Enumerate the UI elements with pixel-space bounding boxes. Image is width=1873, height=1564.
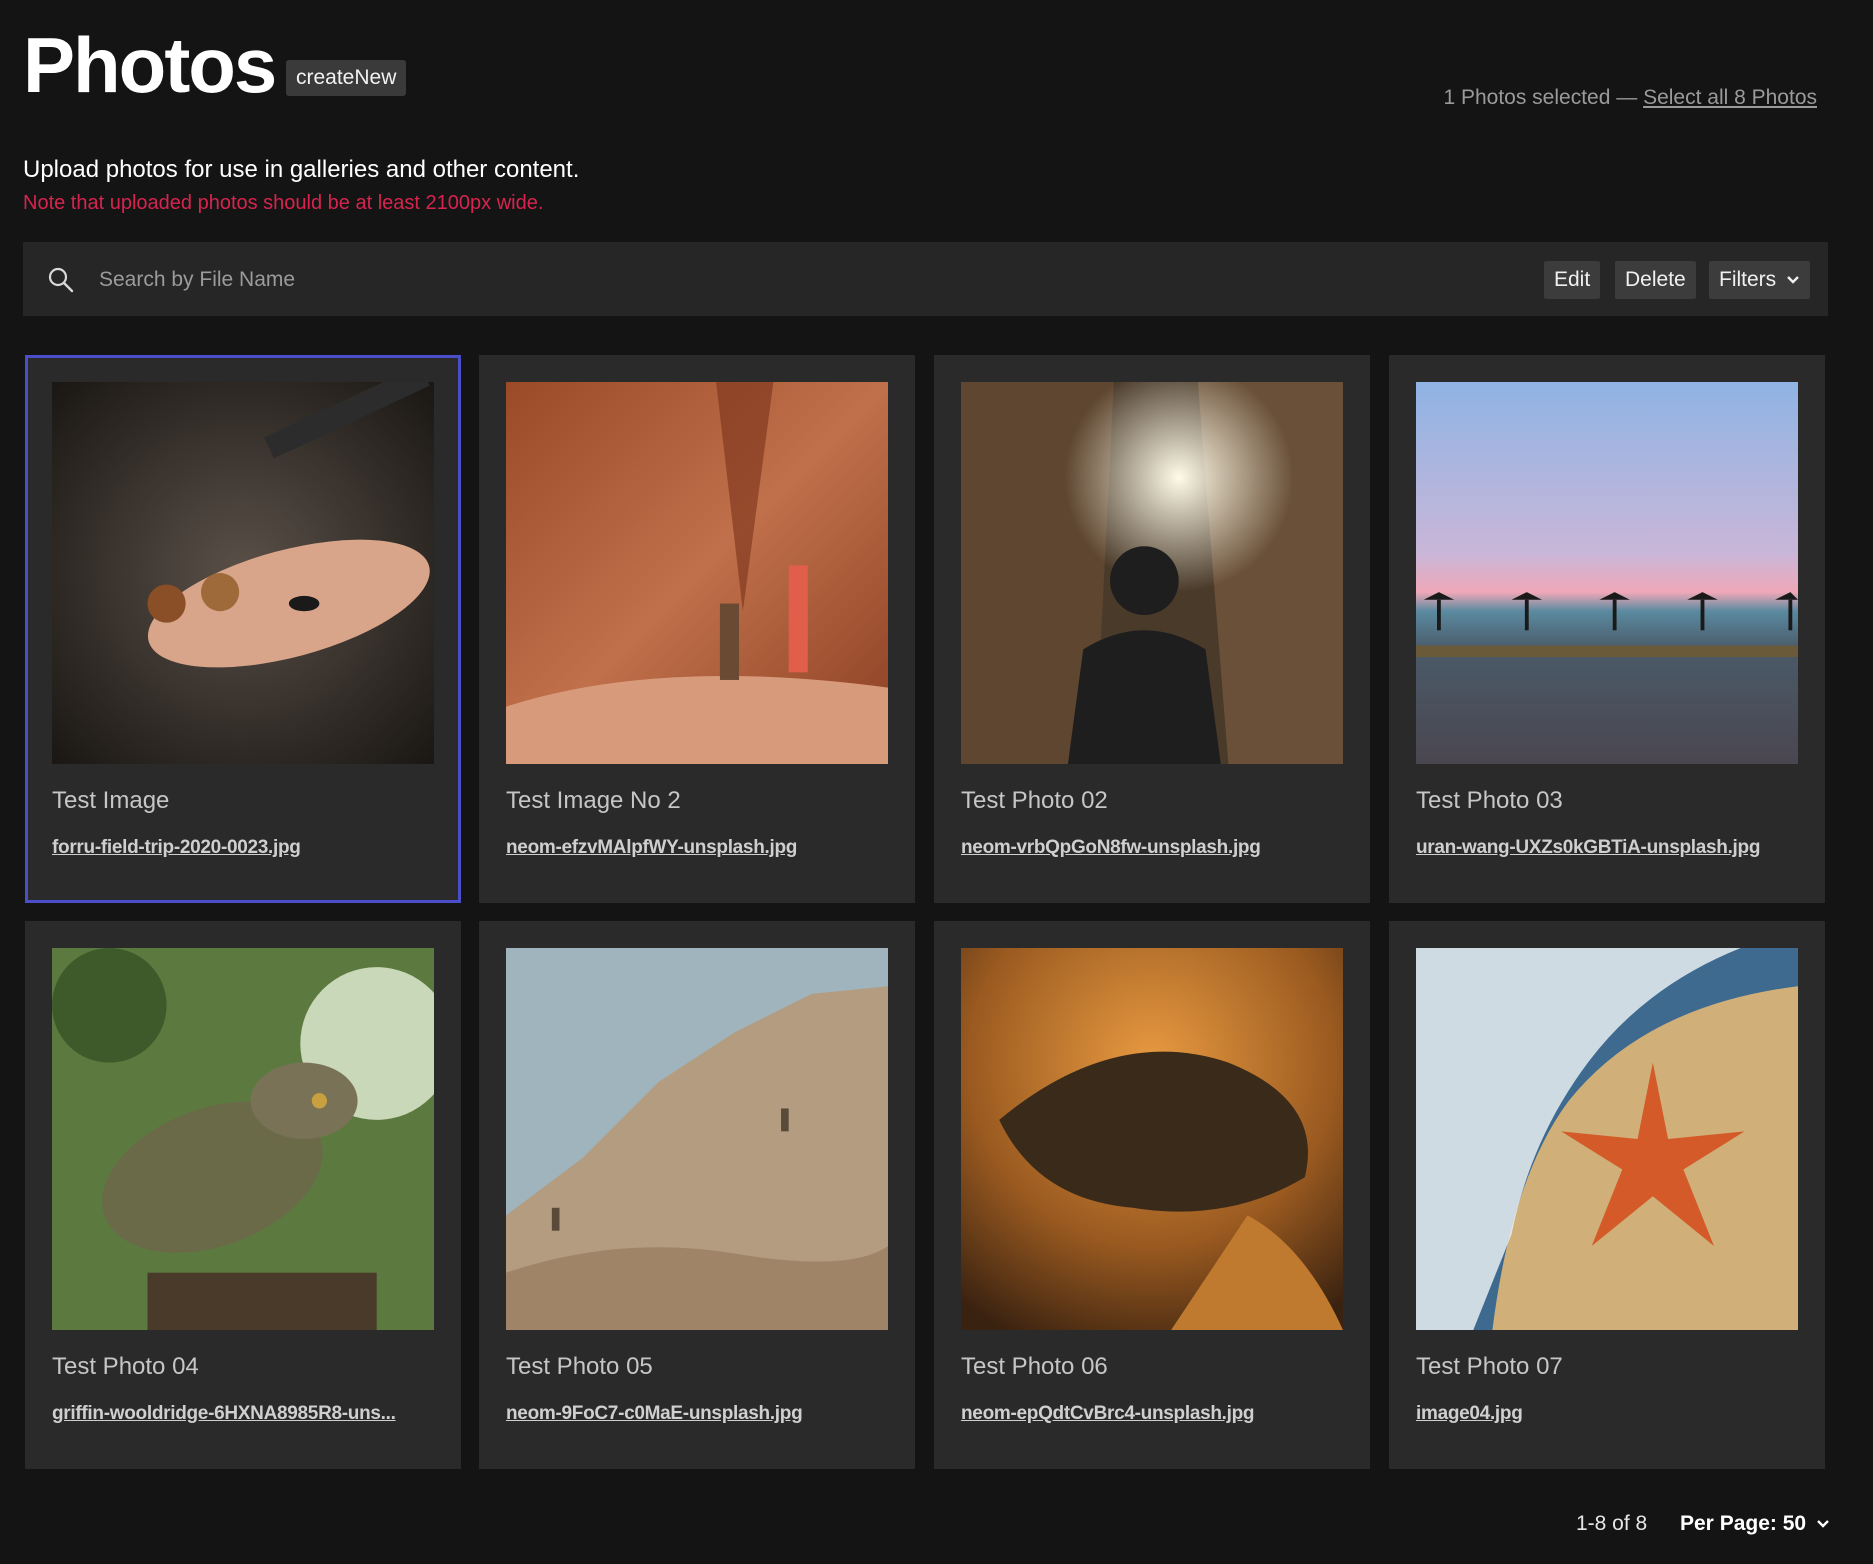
per-page-label: Per Page: 50	[1680, 1512, 1807, 1535]
upload-description: Upload photos for use in galleries and o…	[23, 156, 580, 183]
page-title: Photos	[23, 21, 277, 109]
intro-text: Upload photos for use in galleries and o…	[23, 156, 579, 215]
chevron-down-icon	[1817, 1520, 1829, 1529]
photo-thumbnail	[961, 382, 1343, 764]
page-header: Photos createNew 1 Photos selected — Sel…	[23, 22, 1827, 112]
pagination-range: 1-8 of 8	[1576, 1512, 1648, 1535]
photo-thumbnail	[506, 948, 888, 1330]
photo-filename-link[interactable]: uran-wang-UXZs0kGBTiA-unsplash.jpg	[1416, 837, 1760, 859]
photo-title: Test Photo 05	[506, 1353, 653, 1380]
photo-title: Test Photo 07	[1416, 1353, 1563, 1380]
photo-thumbnail	[961, 948, 1343, 1330]
photo-filename-link[interactable]: image04.jpg	[1416, 1403, 1523, 1425]
search-input[interactable]	[97, 259, 1001, 301]
photo-title: Test Image	[52, 787, 170, 814]
photo-card-5[interactable]: Test Photo 04 griffin-wooldridge-6HXNA89…	[25, 921, 461, 1469]
photo-thumbnail	[506, 382, 888, 764]
photo-card-8[interactable]: Test Photo 07 image04.jpg	[1389, 921, 1825, 1469]
create-new-button[interactable]: createNew	[286, 60, 407, 96]
photo-card-2[interactable]: Test Image No 2 neom-efzvMAlpfWY-unsplas…	[479, 355, 915, 903]
upload-note: Note that uploaded photos should be at l…	[23, 192, 544, 214]
select-all-link[interactable]: Select all 8 Photos	[1643, 86, 1817, 109]
photo-title: Test Photo 06	[961, 1353, 1108, 1380]
photo-title: Test Photo 03	[1416, 787, 1563, 814]
chevron-down-icon	[1787, 276, 1799, 284]
photo-filename-link[interactable]: neom-efzvMAlpfWY-unsplash.jpg	[506, 837, 797, 859]
photo-filename-link[interactable]: forru-field-trip-2020-0023.jpg	[52, 837, 301, 859]
photo-filename-link[interactable]: neom-epQdtCvBrc4-unsplash.jpg	[961, 1403, 1254, 1425]
photo-thumbnail	[52, 948, 434, 1330]
photo-title: Test Photo 04	[52, 1353, 199, 1380]
search-icon	[47, 266, 75, 294]
photo-card-6[interactable]: Test Photo 05 neom-9FoC7-c0MaE-unsplash.…	[479, 921, 915, 1469]
photo-card-3[interactable]: Test Photo 02 neom-vrbQpGoN8fw-unsplash.…	[934, 355, 1370, 903]
photo-card-7[interactable]: Test Photo 06 neom-epQdtCvBrc4-unsplash.…	[934, 921, 1370, 1469]
toolbar: Edit Delete Filters	[23, 242, 1828, 316]
selection-info: 1 Photos selected — Select all 8 Photos	[1443, 86, 1817, 110]
photo-thumbnail	[1416, 948, 1798, 1330]
photo-filename-link[interactable]: neom-9FoC7-c0MaE-unsplash.jpg	[506, 1403, 802, 1425]
photo-thumbnail	[52, 382, 434, 764]
photo-thumbnail	[1416, 382, 1798, 764]
edit-button[interactable]: Edit	[1544, 261, 1601, 299]
selection-count: 1 Photos selected —	[1443, 86, 1638, 109]
photo-title: Test Image No 2	[506, 787, 681, 814]
photo-filename-link[interactable]: griffin-wooldridge-6HXNA8985R8-uns...	[52, 1403, 396, 1425]
delete-button[interactable]: Delete	[1615, 261, 1696, 299]
photo-card-1[interactable]: Test Image forru-field-trip-2020-0023.jp…	[25, 355, 461, 903]
per-page-select[interactable]: Per Page: 50	[1680, 1512, 1830, 1536]
photo-title: Test Photo 02	[961, 787, 1108, 814]
filters-button[interactable]: Filters	[1709, 261, 1810, 299]
photo-card-4[interactable]: Test Photo 03 uran-wang-UXZs0kGBTiA-unsp…	[1389, 355, 1825, 903]
photo-filename-link[interactable]: neom-vrbQpGoN8fw-unsplash.jpg	[961, 837, 1261, 859]
filters-label: Filters	[1719, 268, 1777, 291]
